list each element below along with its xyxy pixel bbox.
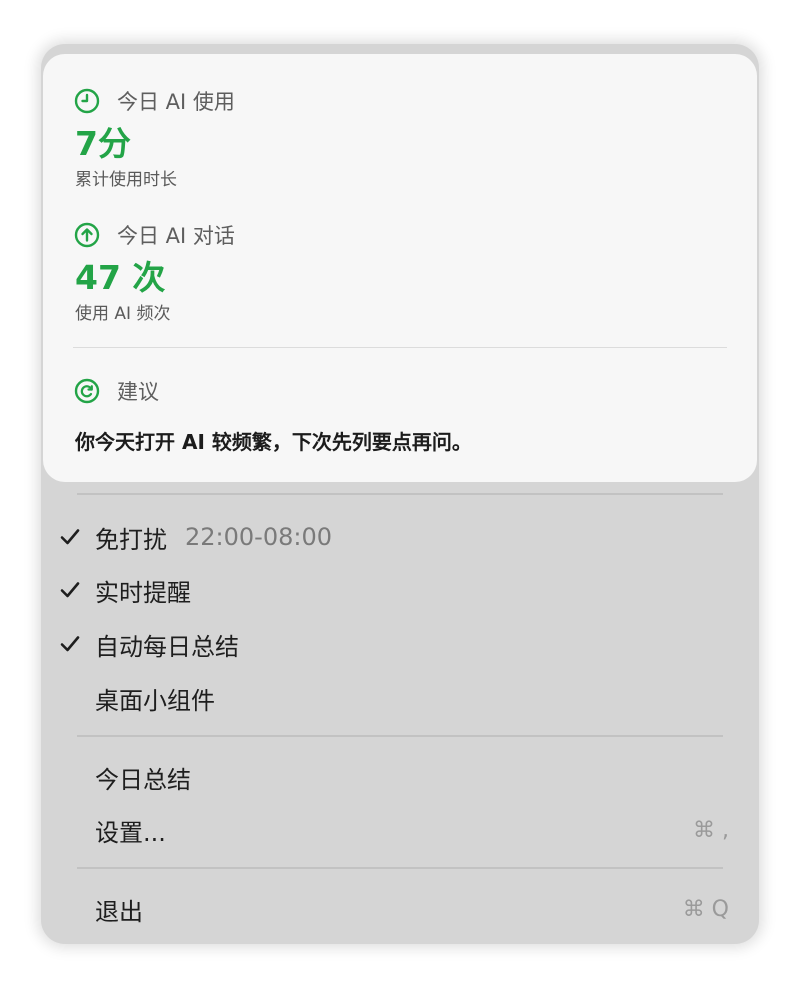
quit-shortcut: ⌘ Q	[682, 896, 729, 922]
menu-item-daily-summary[interactable]: 自动每日总结	[59, 622, 729, 666]
menu-item-realtime[interactable]: 实时提醒	[59, 568, 729, 612]
checkmark-icon	[59, 579, 95, 601]
suggestion-header: 建议	[73, 376, 159, 406]
menu-separator	[77, 735, 723, 737]
conversations-title: 今日 AI 对话	[117, 224, 235, 248]
usage-caption: 累计使用时长	[75, 170, 177, 190]
refresh-icon	[74, 378, 100, 404]
today-summary-label: 今日总结	[95, 765, 191, 794]
conversations-value: 47 次	[75, 258, 166, 297]
usage-title: 今日 AI 使用	[117, 90, 235, 114]
menu-item-dnd[interactable]: 免打扰 22:00-08:00	[59, 515, 729, 559]
settings-label: 设置...	[95, 818, 166, 847]
checkmark-icon	[59, 633, 95, 655]
menu-item-quit[interactable]: 退出 ⌘ Q	[59, 887, 729, 931]
card-divider	[73, 347, 727, 348]
usage-header: 今日 AI 使用	[73, 86, 235, 116]
usage-value: 7分	[75, 124, 131, 163]
checkmark-icon	[59, 526, 95, 548]
conversations-header: 今日 AI 对话	[73, 220, 235, 250]
clock-icon	[74, 88, 100, 114]
dnd-label: 免打扰	[95, 525, 167, 554]
quit-label: 退出	[95, 897, 143, 926]
settings-shortcut: ⌘ ,	[693, 817, 729, 843]
status-menu: 今日 AI 使用 7分 累计使用时长 今日 AI 对话 47 次 使用 AI 频…	[41, 44, 759, 944]
conversations-caption: 使用 AI 频次	[75, 304, 171, 324]
menu-separator	[77, 867, 723, 869]
menu-item-widget[interactable]: 桌面小组件	[59, 676, 729, 720]
daily-summary-label: 自动每日总结	[95, 632, 239, 661]
dnd-time: 22:00-08:00	[185, 523, 332, 551]
menu-item-today-summary[interactable]: 今日总结	[59, 755, 729, 799]
menu-item-settings[interactable]: 设置... ⌘ ,	[59, 808, 729, 852]
arrow-up-circle-icon	[74, 222, 100, 248]
suggestion-text: 你今天打开 AI 较频繁，下次先列要点再问。	[75, 430, 472, 454]
stats-card: 今日 AI 使用 7分 累计使用时长 今日 AI 对话 47 次 使用 AI 频…	[43, 54, 757, 482]
widget-label: 桌面小组件	[95, 686, 215, 715]
menu-separator	[77, 493, 723, 495]
suggestion-title: 建议	[117, 380, 159, 404]
realtime-label: 实时提醒	[95, 578, 191, 607]
